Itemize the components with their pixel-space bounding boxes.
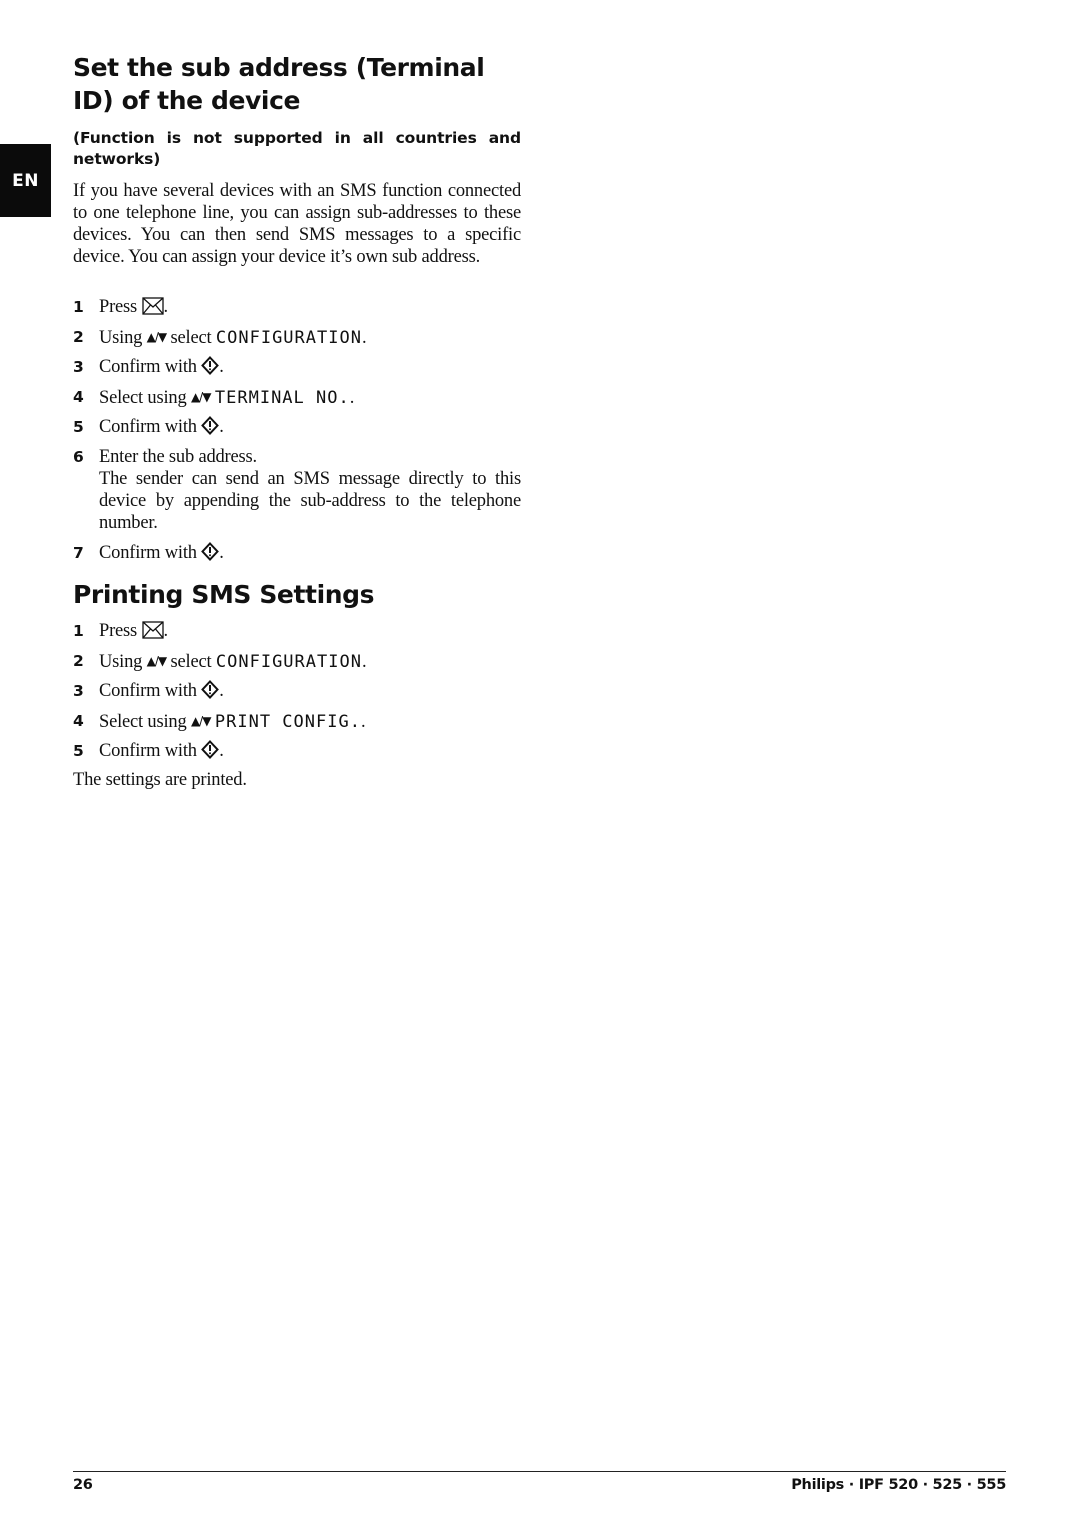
step-item: 3 Confirm with . — [73, 356, 521, 378]
result-text: The settings are printed. — [73, 769, 247, 790]
step-item: 4 Select using ▲/▼ PRINT CONFIG.. — [73, 710, 521, 733]
lcd-menu-text: TERMINAL NO. — [214, 387, 350, 408]
step-label: Confirm with — [99, 741, 202, 762]
step-punct: . — [219, 542, 224, 563]
envelope-icon — [141, 297, 164, 315]
step-text: Confirm with . — [99, 416, 521, 438]
step-text: Press . — [99, 296, 521, 318]
step-label: Select using — [99, 711, 191, 732]
steps-list: 1 Press . 2 Using ▲/▼ select CONFIGURATION.… — [73, 296, 521, 564]
step-text: Using ▲/▼ select CONFIGURATION. — [99, 650, 521, 673]
step-item: 5 Confirm with . — [73, 740, 521, 762]
step-item: 7 Confirm with . — [73, 541, 521, 564]
step-label: Confirm with — [99, 542, 202, 563]
step-punct: . — [360, 711, 366, 732]
section-note: (Function is not supported in all countr… — [73, 129, 521, 168]
step-label: Using — [99, 327, 147, 348]
step-text: Press . — [99, 620, 521, 642]
step-punct: . — [219, 681, 224, 702]
steps-list-1-container: 1 Press . 2 Using ▲/▼ select CONFIGURATION.… — [73, 296, 521, 571]
intro-block: If you have several devices with an SMS … — [73, 180, 521, 268]
step-number: 3 — [73, 682, 84, 701]
step-number: 1 — [73, 622, 84, 640]
step-item: 2 Using ▲/▼ select CONFIGURATION. — [73, 650, 521, 673]
step-punct: . — [219, 357, 224, 378]
section-terminal-id: Set the sub address (Terminal ID) of the… — [73, 51, 521, 117]
section-title: Printing SMS Settings — [73, 580, 375, 609]
step-punct: . — [361, 651, 367, 672]
step-label: Enter the sub address. — [99, 446, 257, 467]
step-punct: . — [219, 417, 224, 438]
ok-diamond-icon — [201, 416, 220, 436]
step-label: Using — [99, 651, 147, 672]
intro-paragraph: If you have several devices with an SMS … — [73, 181, 521, 267]
step-label: Press — [99, 621, 142, 641]
up-down-arrows-icon: ▲/▼ — [146, 653, 167, 668]
step-text: Select using ▲/▼ TERMINAL NO.. — [99, 386, 521, 409]
step-text: Select using ▲/▼ PRINT CONFIG.. — [99, 710, 521, 733]
step-number: 5 — [73, 742, 84, 761]
step-label: Confirm with — [99, 417, 202, 438]
step-detail: The sender can send an SMS message direc… — [99, 468, 521, 533]
step-number: 4 — [73, 387, 84, 406]
lcd-menu-text: CONFIGURATION — [215, 651, 362, 672]
product-name: Philips · IPF 520 · 525 · 555 — [791, 1477, 1006, 1493]
step-item: 2 Using ▲/▼ select CONFIGURATION. — [73, 326, 521, 349]
steps-list: 1 Press . 2 Using ▲/▼ select CONFIGURATION.… — [73, 620, 521, 762]
step-punct: . — [163, 621, 169, 641]
step-item: 1 Press . — [73, 620, 521, 642]
section-printing-sms-settings: Printing SMS Settings — [73, 578, 521, 611]
ok-diamond-icon — [201, 680, 220, 700]
page-footer: 26 Philips · IPF 520 · 525 · 555 — [73, 1477, 1006, 1493]
steps-list-2-container: 1 Press . 2 Using ▲/▼ select CONFIGURATION.… — [73, 620, 521, 791]
step-number: 1 — [73, 298, 84, 316]
step-item: 4 Select using ▲/▼ TERMINAL NO.. — [73, 386, 521, 409]
step-connector: select — [166, 651, 216, 672]
step-number: 3 — [73, 358, 84, 377]
ok-diamond-icon — [201, 740, 220, 760]
step-number: 4 — [73, 711, 84, 730]
language-tab: EN — [0, 144, 51, 217]
page-number: 26 — [73, 1477, 93, 1493]
envelope-icon — [141, 621, 164, 639]
step-number: 5 — [73, 418, 84, 437]
step-item: 6 Enter the sub address. The sender can se… — [73, 446, 521, 534]
up-down-arrows-icon: ▲/▼ — [190, 389, 211, 404]
step-label: Confirm with — [99, 681, 202, 702]
step-text: Confirm with . — [99, 541, 521, 564]
step-item: 5 Confirm with . — [73, 416, 521, 438]
ok-diamond-icon — [201, 541, 220, 561]
step-text: Confirm with . — [99, 740, 521, 762]
step-connector: select — [166, 327, 216, 348]
ok-diamond-icon — [201, 356, 220, 376]
up-down-arrows-icon: ▲/▼ — [190, 713, 211, 728]
step-label: Select using — [99, 387, 191, 408]
lcd-menu-text: PRINT CONFIG. — [214, 711, 361, 732]
step-number: 6 — [73, 447, 84, 466]
step-text: Using ▲/▼ select CONFIGURATION. — [99, 326, 521, 349]
section-title: Set the sub address (Terminal ID) of the… — [73, 53, 485, 115]
step-punct: . — [163, 297, 169, 317]
step-punct: . — [219, 741, 224, 762]
step-item: 1 Press . — [73, 296, 521, 318]
step-number: 7 — [73, 543, 84, 562]
step-text: Confirm with . — [99, 356, 521, 378]
footer-divider — [73, 1471, 1006, 1472]
step-number: 2 — [73, 327, 84, 346]
step-label: Confirm with — [99, 357, 202, 378]
step-text: Enter the sub address. The sender can sen… — [99, 446, 521, 534]
up-down-arrows-icon: ▲/▼ — [146, 329, 167, 344]
lcd-menu-text: CONFIGURATION — [215, 327, 362, 348]
step-punct: . — [361, 327, 367, 348]
step-punct: . — [349, 387, 355, 408]
section-note-block: (Function is not supported in all countr… — [73, 128, 521, 170]
step-item: 3 Confirm with . — [73, 680, 521, 702]
step-label: Press — [99, 297, 142, 317]
step-text: Confirm with . — [99, 680, 521, 702]
step-number: 2 — [73, 651, 84, 670]
